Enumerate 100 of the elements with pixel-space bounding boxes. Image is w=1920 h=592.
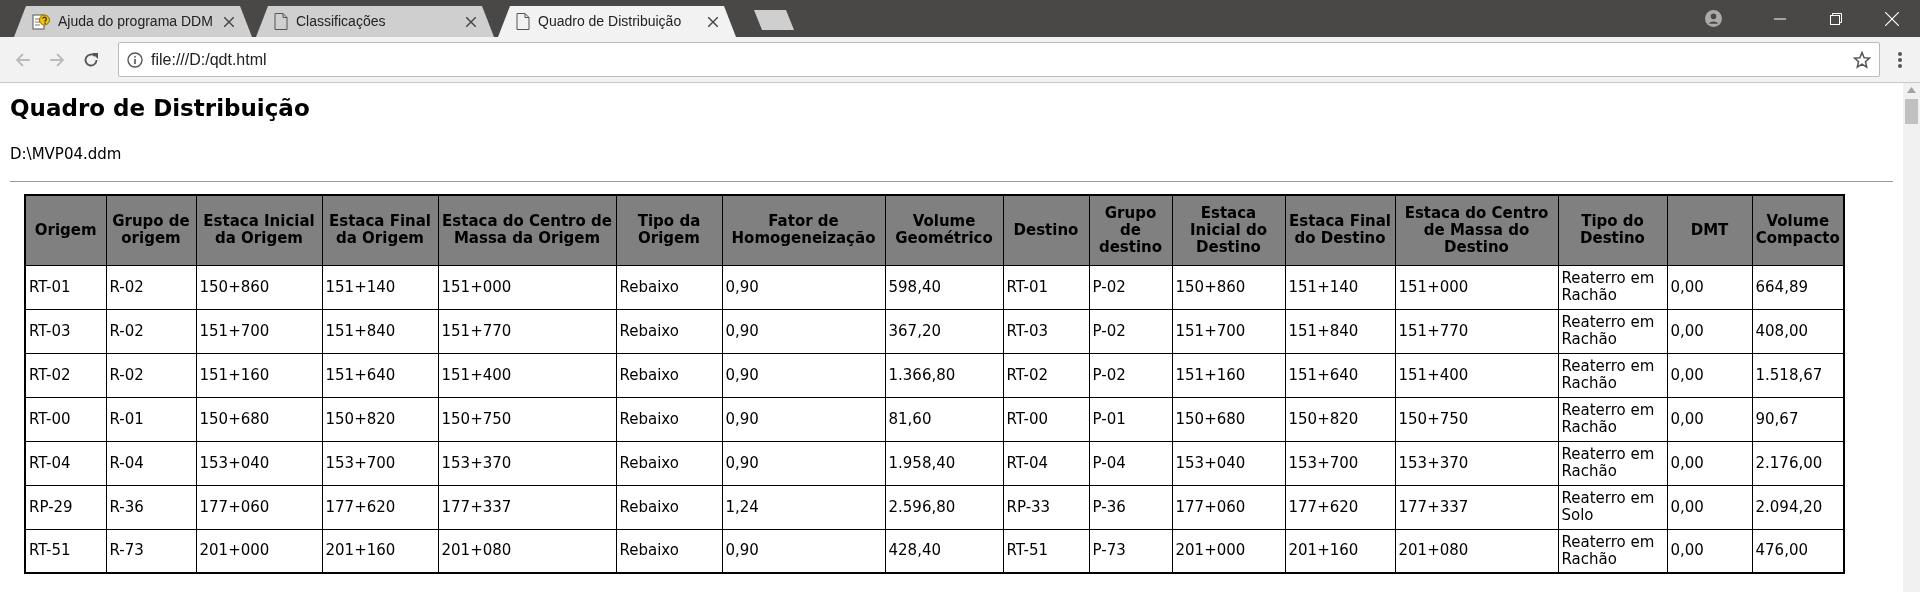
column-header: Grupo de destino [1089,195,1172,266]
browser-tab[interactable]: Classificações [256,6,494,37]
table-cell: 0,00 [1667,397,1752,442]
table-cell: 151+000 [438,265,616,310]
table-cell: 151+640 [1285,353,1395,398]
table-cell: 153+370 [438,441,616,486]
table-cell: RT-03 [1003,309,1089,354]
table-cell: 151+700 [196,309,322,354]
table-cell: 151+160 [196,353,322,398]
table-cell: RT-00 [1003,397,1089,442]
table-cell: Rebaixo [616,265,722,310]
column-header: Estaca Final da Origem [322,195,438,266]
table-cell: P-02 [1089,309,1172,354]
table-cell: 177+620 [1285,485,1395,530]
table-cell: 150+680 [1172,397,1285,442]
table-cell: Reaterro em Solo [1558,485,1667,530]
table-cell: 177+337 [1395,485,1558,530]
table-cell: 1,24 [722,485,885,530]
table-cell: 153+700 [322,441,438,486]
table-cell: 177+060 [1172,485,1285,530]
table-cell: 0,90 [722,353,885,398]
table-cell: 151+400 [438,353,616,398]
table-cell: 0,00 [1667,441,1752,486]
table-cell: 177+337 [438,485,616,530]
table-cell: 0,90 [722,265,885,310]
table-cell: 151+840 [1285,309,1395,354]
table-cell: 81,60 [885,397,1003,442]
table-cell: R-36 [106,485,196,530]
column-header: Estaca do Centro de Massa da Origem [438,195,616,266]
table-cell: 150+820 [1285,397,1395,442]
table-cell: R-02 [106,265,196,310]
table-cell: RT-04 [25,441,106,486]
table-cell: RT-01 [25,265,106,310]
table-cell: P-01 [1089,397,1172,442]
table-cell: Rebaixo [616,397,722,442]
table-cell: 150+750 [438,397,616,442]
table-cell: P-04 [1089,441,1172,486]
table-cell: Rebaixo [616,353,722,398]
table-cell: 0,00 [1667,485,1752,530]
table-cell: Rebaixo [616,441,722,486]
column-header: Volume Compacto [1752,195,1844,266]
column-header: Grupo de origem [106,195,196,266]
table-cell: 0,90 [722,309,885,354]
table-cell: Reaterro em Rachão [1558,309,1667,354]
table-cell: R-02 [106,353,196,398]
table-cell: 150+860 [1172,265,1285,310]
table-cell: Reaterro em Rachão [1558,265,1667,310]
table-cell: RT-00 [25,397,106,442]
browser-tab[interactable]: Ajuda do programa DDM [14,6,252,37]
table-cell: 0,00 [1667,309,1752,354]
url-text: file:///D:/qdt.html [151,49,267,70]
table-cell: 1.366,80 [885,353,1003,398]
table-cell: 153+040 [1172,441,1285,486]
table-cell: 0,90 [722,397,885,442]
table-cell: R-02 [106,309,196,354]
table-cell: RT-03 [25,309,106,354]
file-path: D:\MVP04.ddm [10,143,123,165]
table-cell: 0,90 [722,441,885,486]
table-cell: 598,40 [885,265,1003,310]
table-cell: Reaterro em Rachão [1558,353,1667,398]
table-cell: 153+700 [1285,441,1395,486]
table-cell: 0,00 [1667,353,1752,398]
table-cell: RT-01 [1003,265,1089,310]
table-cell: 177+060 [196,485,322,530]
column-header: Volume Geométrico [885,195,1003,266]
column-header: Estaca Inicial do Destino [1172,195,1285,266]
table-cell: R-04 [106,441,196,486]
page-title: Quadro de Distribuição [10,95,311,123]
table-cell: 151+160 [1172,353,1285,398]
column-header: Fator de Homogeneização [722,195,885,266]
table-cell: 150+860 [196,265,322,310]
table-cell: 151+840 [322,309,438,354]
table-cell: P-02 [1089,353,1172,398]
column-header: Destino [1003,195,1089,266]
table-cell: 153+370 [1395,441,1558,486]
table-cell: 177+620 [322,485,438,530]
table-cell: P-36 [1089,485,1172,530]
table-cell: RT-02 [1003,353,1089,398]
table-cell: 150+680 [196,397,322,442]
table-cell: RT-02 [25,353,106,398]
table-cell: Rebaixo [616,485,722,530]
table-cell: 151+770 [438,309,616,354]
table-cell: RT-04 [1003,441,1089,486]
table-cell: 151+400 [1395,353,1558,398]
table-cell: 153+040 [196,441,322,486]
table-cell: 2.596,80 [885,485,1003,530]
column-header: Estaca Inicial da Origem [196,195,322,266]
table-cell: R-01 [106,397,196,442]
column-header: Tipo do Destino [1558,195,1667,266]
column-header: Origem [25,195,106,266]
table-cell: Rebaixo [616,309,722,354]
table-cell: 151+640 [322,353,438,398]
table-cell: RP-29 [25,485,106,530]
table-cell: 151+140 [1285,265,1395,310]
table-cell: 151+000 [1395,265,1558,310]
table-cell: 1.958,40 [885,441,1003,486]
address-bar[interactable]: file:///D:/qdt.html [118,42,1880,77]
browser-tab[interactable]: Quadro de Distribuição [498,6,736,37]
table-cell: 150+750 [1395,397,1558,442]
table-cell: 0,00 [1667,265,1752,310]
